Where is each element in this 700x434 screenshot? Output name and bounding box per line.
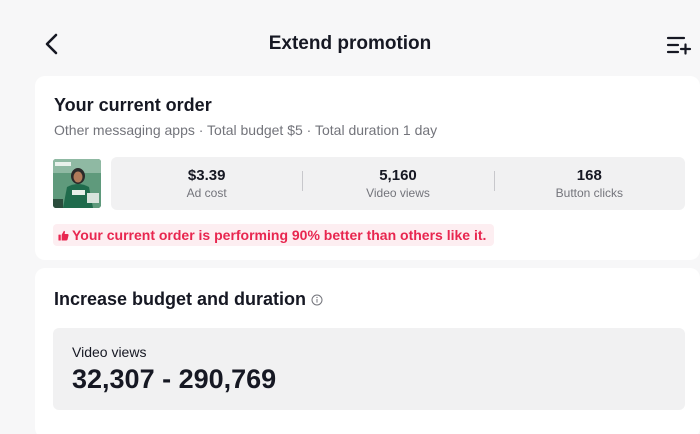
- thumbs-up-icon: [58, 230, 69, 241]
- menu-button[interactable]: [664, 32, 694, 58]
- stat-ad-cost: $3.39 Ad cost: [111, 167, 302, 200]
- stat-value: 5,160: [379, 167, 417, 184]
- list-add-icon: [666, 36, 692, 55]
- current-order-subtitle: Other messaging apps · Total budget $5 ·…: [54, 122, 438, 138]
- views-value: 32,307 - 290,769: [72, 364, 277, 394]
- views-label: Video views: [72, 344, 147, 360]
- stat-value: $3.39: [187, 167, 226, 184]
- stat-button-clicks: 168 Button clicks: [493, 167, 685, 200]
- increase-title-row: Increase budget and duration: [54, 289, 323, 310]
- current-order-title: Your current order: [54, 95, 212, 115]
- performance-badge: Your current order is performing 90% bet…: [53, 224, 495, 246]
- performance-text: Your current order is performing 90% bet…: [72, 227, 487, 243]
- info-icon[interactable]: [311, 294, 323, 306]
- page-title: Extend promotion: [268, 33, 432, 54]
- order-stats: $3.39 Ad cost 5,160 Video views 168 Butt…: [111, 157, 685, 210]
- video-thumbnail[interactable]: [53, 159, 101, 208]
- stat-value: 168: [576, 167, 602, 184]
- stat-label: Button clicks: [555, 186, 623, 200]
- stat-label: Video views: [366, 186, 430, 200]
- stat-label: Ad cost: [186, 186, 227, 200]
- header: Extend promotion: [0, 0, 700, 88]
- increase-card: Increase budget and duration Video views…: [35, 268, 700, 434]
- thumbnail-image: [53, 159, 101, 208]
- current-order-card: Your current order Other messaging apps …: [35, 76, 700, 260]
- estimated-views-box: Video views 32,307 - 290,769: [53, 328, 685, 410]
- increase-title: Increase budget and duration: [54, 289, 307, 309]
- stat-video-views: 5,160 Video views: [302, 167, 493, 200]
